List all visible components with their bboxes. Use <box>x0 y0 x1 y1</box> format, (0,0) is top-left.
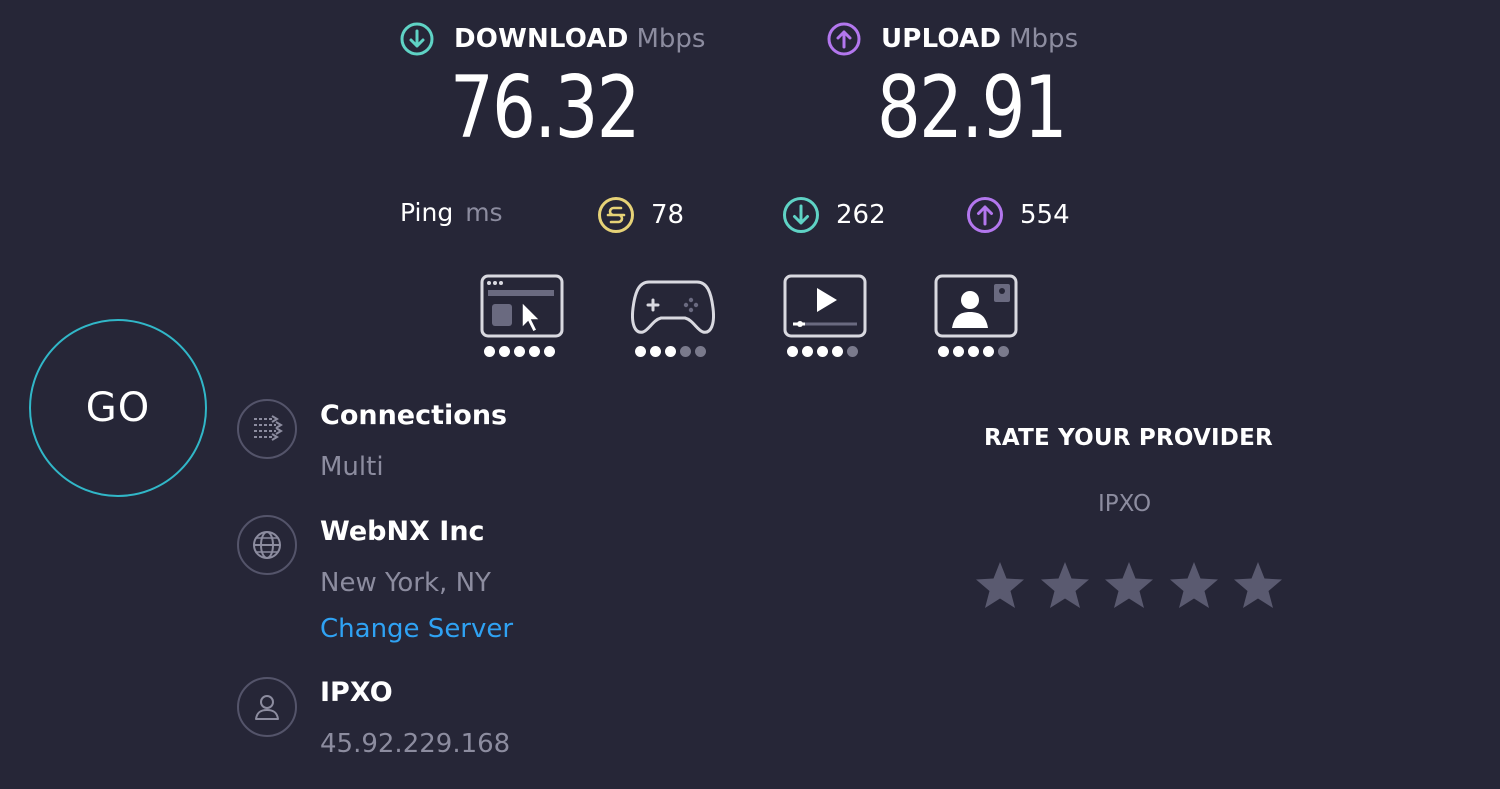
rating-dot <box>817 346 828 357</box>
ping-idle: 78 <box>597 196 684 234</box>
connections-title: Connections <box>320 400 508 431</box>
video-streaming-icon <box>783 274 867 338</box>
idle-latency-icon <box>597 196 635 234</box>
streaming-rating-dots <box>787 346 858 357</box>
globe-icon <box>237 515 297 575</box>
gaming-rating-dots <box>635 346 706 357</box>
upload-latency-icon <box>966 196 1004 234</box>
rating-dot <box>484 346 495 357</box>
connections-icon <box>237 399 297 459</box>
go-button[interactable]: GO <box>29 319 207 497</box>
star-icon-3[interactable] <box>1103 560 1155 612</box>
change-server-link[interactable]: Change Server <box>320 614 513 644</box>
download-arrow-icon <box>400 22 434 56</box>
rating-dot <box>968 346 979 357</box>
upload-metric: UPLOAD Mbps <box>827 20 1078 58</box>
rating-dot <box>665 346 676 357</box>
experience-gaming[interactable] <box>631 274 715 364</box>
rate-provider-title: RATE YOUR PROVIDER <box>984 425 1273 451</box>
rating-dot <box>787 346 798 357</box>
download-speed-value: 76.32 <box>450 58 641 158</box>
provider-ip: 45.92.229.168 <box>320 729 511 759</box>
connections-value: Multi <box>320 452 384 482</box>
web-browsing-icon <box>480 274 564 338</box>
star-icon-2[interactable] <box>1039 560 1091 612</box>
ping-upload: 554 <box>966 196 1070 234</box>
upload-arrow-icon <box>827 22 861 56</box>
video-chat-icon <box>934 274 1018 338</box>
ping-upload-value: 554 <box>1020 200 1070 230</box>
rating-dot <box>847 346 858 357</box>
server-name: WebNX Inc <box>320 516 485 547</box>
ping-download: 262 <box>782 196 886 234</box>
rating-dot <box>695 346 706 357</box>
rating-dot <box>680 346 691 357</box>
rate-provider-name: IPXO <box>1098 491 1152 517</box>
speedtest-results-page: DOWNLOAD Mbps 76.32 UPLOAD Mbps 82.91 Pi… <box>0 0 1500 789</box>
browsing-rating-dots <box>484 346 555 357</box>
gamepad-icon <box>631 274 715 338</box>
rating-stars <box>974 560 1297 612</box>
video-chat-rating-dots <box>938 346 1009 357</box>
experience-streaming[interactable] <box>783 274 867 364</box>
ping-title: Ping <box>400 198 454 227</box>
upload-unit: Mbps <box>1009 24 1079 54</box>
rating-dot <box>983 346 994 357</box>
ping-unit: ms <box>465 198 503 227</box>
rating-dot <box>802 346 813 357</box>
download-latency-icon <box>782 196 820 234</box>
rating-dot <box>544 346 555 357</box>
user-icon <box>237 677 297 737</box>
rating-dot <box>650 346 661 357</box>
rating-dot <box>514 346 525 357</box>
rating-dot <box>938 346 949 357</box>
rating-dot <box>499 346 510 357</box>
upload-label: UPLOAD <box>881 24 1002 54</box>
provider-name: IPXO <box>320 677 393 708</box>
download-metric: DOWNLOAD Mbps <box>400 20 705 58</box>
rating-dot <box>529 346 540 357</box>
rating-dot <box>953 346 964 357</box>
ping-idle-value: 78 <box>651 200 685 230</box>
server-location: New York, NY <box>320 568 491 598</box>
experience-browsing[interactable] <box>480 274 564 364</box>
star-icon-5[interactable] <box>1232 560 1284 612</box>
ping-label: Ping ms <box>400 198 503 227</box>
ping-download-value: 262 <box>836 200 886 230</box>
rating-dot <box>635 346 646 357</box>
experience-video-chat[interactable] <box>934 274 1018 364</box>
download-label: DOWNLOAD <box>454 24 629 54</box>
rating-dot <box>998 346 1009 357</box>
go-button-label: GO <box>85 385 151 431</box>
star-icon-1[interactable] <box>974 560 1026 612</box>
download-unit: Mbps <box>636 24 706 54</box>
star-icon-4[interactable] <box>1168 560 1220 612</box>
rating-dot <box>832 346 843 357</box>
upload-speed-value: 82.91 <box>877 58 1068 158</box>
